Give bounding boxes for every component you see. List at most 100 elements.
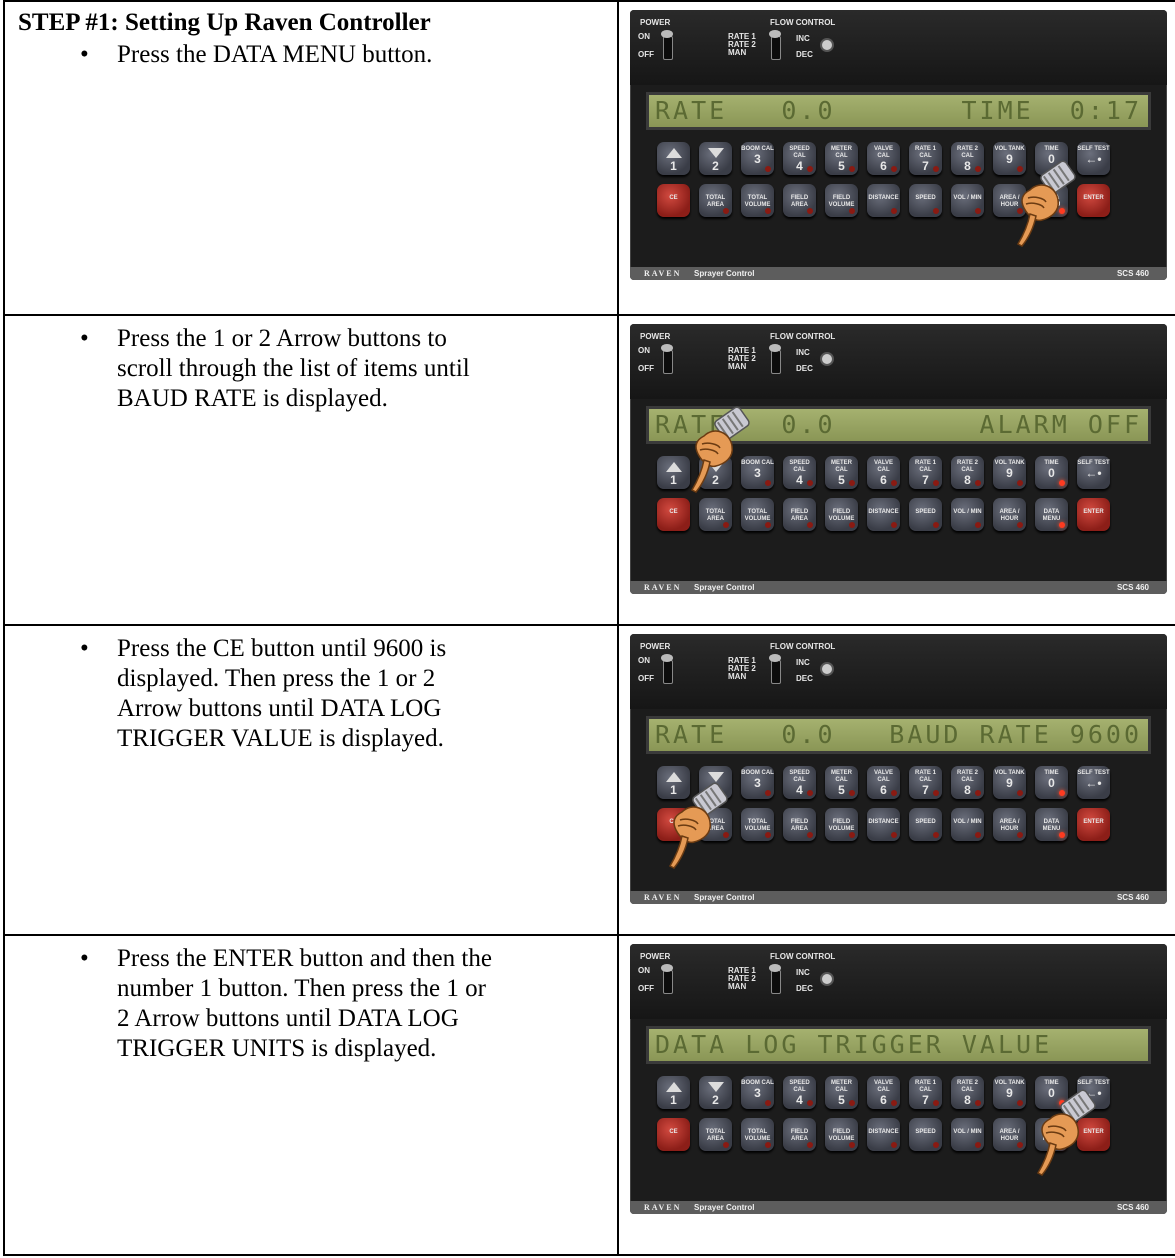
key-field-area[interactable]: FIELD AREA [783, 1118, 816, 1151]
key-←•[interactable]: SELF TEST ←• [1077, 456, 1110, 489]
key-9[interactable]: VOL TANK 9 [993, 766, 1026, 799]
key-0[interactable]: TIME 0 [1035, 456, 1068, 489]
key-2[interactable]: 2 [699, 142, 732, 175]
key-vol-min[interactable]: VOL / MIN [951, 1118, 984, 1151]
key-8[interactable]: RATE 2 CAL 8 [951, 456, 984, 489]
key-←•[interactable]: SELF TEST ←• [1077, 766, 1110, 799]
key-0[interactable]: TIME 0 [1035, 766, 1068, 799]
key-field-volume[interactable]: FIELD VOLUME [825, 184, 858, 217]
flow-control-knob[interactable] [820, 352, 834, 366]
key-4[interactable]: SPEED CAL 4 [783, 456, 816, 489]
instruction-text-cell: • Press the ENTER button and then the numb… [3, 934, 619, 1256]
key-led [807, 1100, 813, 1106]
key-total-area[interactable]: TOTAL AREA [699, 184, 732, 217]
key-1[interactable]: 1 [657, 142, 690, 175]
rate-switch[interactable] [769, 344, 781, 374]
key-distance[interactable]: DISTANCE [867, 184, 900, 217]
power-switch[interactable] [661, 964, 673, 994]
key-distance[interactable]: DISTANCE [867, 808, 900, 841]
key-speed[interactable]: SPEED [909, 184, 942, 217]
key-vol-min[interactable]: VOL / MIN [951, 808, 984, 841]
key-area-hour[interactable]: AREA / HOUR [993, 498, 1026, 531]
key-5[interactable]: METER CAL 5 [825, 142, 858, 175]
key-4[interactable]: SPEED CAL 4 [783, 1076, 816, 1109]
key-speed[interactable]: SPEED [909, 498, 942, 531]
key-led [849, 522, 855, 528]
key-speed[interactable]: SPEED [909, 1118, 942, 1151]
key-6[interactable]: VALVE CAL 6 [867, 766, 900, 799]
key-field-volume[interactable]: FIELD VOLUME [825, 498, 858, 531]
power-switch[interactable] [661, 344, 673, 374]
key-data-menu[interactable]: DATA MENU [1035, 808, 1068, 841]
flow-control-knob[interactable] [820, 662, 834, 676]
key-enter[interactable]: ENTER [1077, 498, 1110, 531]
key-enter[interactable]: ENTER [1077, 808, 1110, 841]
key-speed[interactable]: SPEED [909, 808, 942, 841]
key-field-volume[interactable]: FIELD VOLUME [825, 808, 858, 841]
key-total-volume[interactable]: TOTAL VOLUME [741, 498, 774, 531]
rate-switch[interactable] [769, 964, 781, 994]
key-8[interactable]: RATE 2 CAL 8 [951, 766, 984, 799]
key-led [933, 790, 939, 796]
key-field-volume[interactable]: FIELD VOLUME [825, 1118, 858, 1151]
rate-switch[interactable] [769, 654, 781, 684]
key-1[interactable]: 1 [657, 1076, 690, 1109]
key-led [933, 1100, 939, 1106]
instruction-row: • Press the CE button until 9600 is displa… [3, 624, 1175, 936]
key-7[interactable]: RATE 1 CAL 7 [909, 142, 942, 175]
key-total-volume[interactable]: TOTAL VOLUME [741, 808, 774, 841]
key-5[interactable]: METER CAL 5 [825, 456, 858, 489]
key-6[interactable]: VALVE CAL 6 [867, 142, 900, 175]
key-6[interactable]: VALVE CAL 6 [867, 456, 900, 489]
key-label: RATE 1 CAL [915, 146, 936, 159]
flow-control-knob[interactable] [820, 38, 834, 52]
key-total-volume[interactable]: TOTAL VOLUME [741, 184, 774, 217]
flow-control-knob[interactable] [820, 972, 834, 986]
key-3[interactable]: BOOM CAL 3 [741, 142, 774, 175]
key-data-menu[interactable]: DATA MENU [1035, 498, 1068, 531]
key-field-area[interactable]: FIELD AREA [783, 808, 816, 841]
key-distance[interactable]: DISTANCE [867, 498, 900, 531]
key-8[interactable]: RATE 2 CAL 8 [951, 1076, 984, 1109]
key-5[interactable]: METER CAL 5 [825, 1076, 858, 1109]
power-label: POWER [640, 952, 671, 961]
off-label: OFF [638, 984, 654, 993]
key-total-volume[interactable]: TOTAL VOLUME [741, 1118, 774, 1151]
key-led [975, 832, 981, 838]
rate-switch[interactable] [769, 30, 781, 60]
raven-controller-panel: POWER ON OFF RATE 1 RATE 2 MAN FLOW CONTROL INC… [630, 944, 1167, 1214]
key-7[interactable]: RATE 1 CAL 7 [909, 1076, 942, 1109]
key-ce[interactable]: CE [657, 1118, 690, 1151]
step-text: Press the CE button until 9600 is [117, 635, 447, 662]
key-3[interactable]: BOOM CAL 3 [741, 766, 774, 799]
product-rest: Control [726, 269, 755, 278]
power-switch[interactable] [661, 654, 673, 684]
key-area-hour[interactable]: AREA / HOUR [993, 808, 1026, 841]
step-line: • Press the CE button until 9600 is [5, 634, 617, 664]
key-vol-min[interactable]: VOL / MIN [951, 498, 984, 531]
key-4[interactable]: SPEED CAL 4 [783, 766, 816, 799]
key-vol-min[interactable]: VOL / MIN [951, 184, 984, 217]
step-line: TRIGGER VALUE is displayed. [5, 724, 617, 754]
key-4[interactable]: SPEED CAL 4 [783, 142, 816, 175]
power-switch[interactable] [661, 30, 673, 60]
key-2[interactable]: 2 [699, 1076, 732, 1109]
key-field-area[interactable]: FIELD AREA [783, 184, 816, 217]
key-distance[interactable]: DISTANCE [867, 1118, 900, 1151]
key-7[interactable]: RATE 1 CAL 7 [909, 456, 942, 489]
off-label: OFF [638, 674, 654, 683]
key-ce[interactable]: CE [657, 184, 690, 217]
key-7[interactable]: RATE 1 CAL 7 [909, 766, 942, 799]
up-arrow-icon [665, 1082, 682, 1092]
key-field-area[interactable]: FIELD AREA [783, 498, 816, 531]
key-total-area[interactable]: TOTAL AREA [699, 498, 732, 531]
key-ce[interactable]: CE [657, 498, 690, 531]
key-8[interactable]: RATE 2 CAL 8 [951, 142, 984, 175]
key-led [1017, 522, 1023, 528]
key-6[interactable]: VALVE CAL 6 [867, 1076, 900, 1109]
key-9[interactable]: VOL TANK 9 [993, 456, 1026, 489]
key-3[interactable]: BOOM CAL 3 [741, 1076, 774, 1109]
key-label: RATE 1 CAL [915, 1080, 936, 1093]
key-5[interactable]: METER CAL 5 [825, 766, 858, 799]
key-total-area[interactable]: TOTAL AREA [699, 1118, 732, 1151]
